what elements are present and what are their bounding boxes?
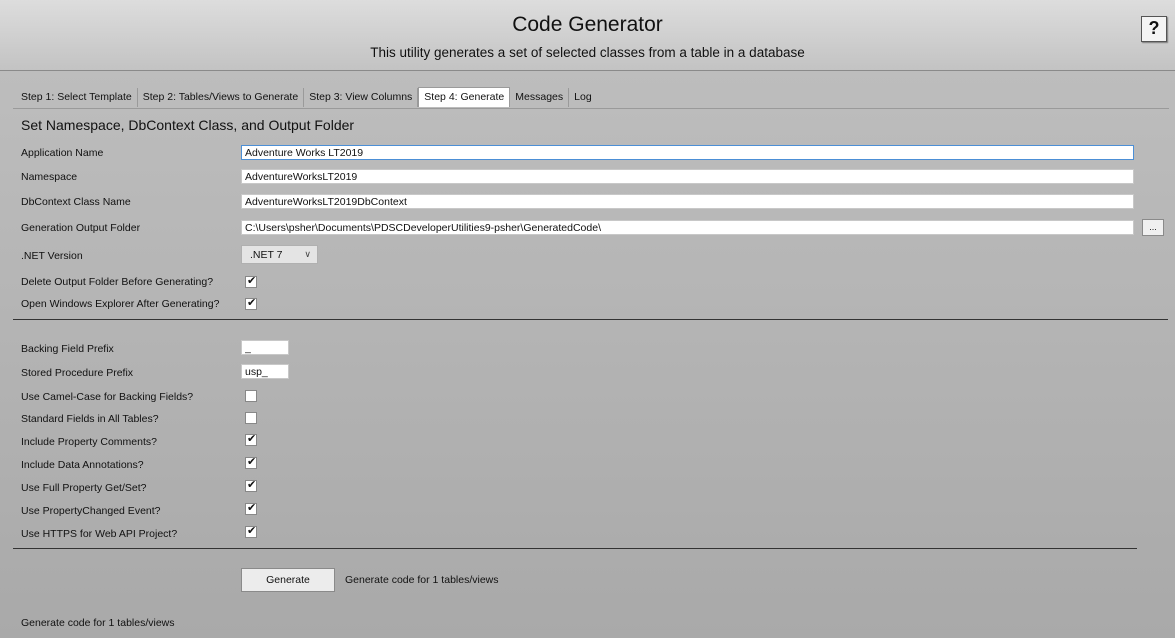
camel-case-label: Use Camel-Case for Backing Fields? bbox=[21, 391, 194, 403]
divider bbox=[13, 319, 1168, 320]
delete-output-folder-checkbox[interactable] bbox=[245, 275, 257, 288]
header: Code Generator This utility generates a … bbox=[0, 0, 1175, 71]
chevron-down-icon: ∨ bbox=[304, 249, 311, 259]
application-name-label: Application Name bbox=[21, 147, 104, 159]
stored-procedure-prefix-input[interactable] bbox=[241, 364, 289, 379]
backing-field-prefix-label: Backing Field Prefix bbox=[21, 343, 114, 355]
open-explorer-checkbox[interactable] bbox=[245, 297, 257, 310]
property-comments-label: Include Property Comments? bbox=[21, 436, 157, 448]
divider bbox=[13, 548, 1137, 549]
section-title: Set Namespace, DbContext Class, and Outp… bbox=[21, 117, 355, 133]
application-name-input[interactable] bbox=[241, 145, 1134, 160]
status-bar: Generate code for 1 tables/views bbox=[21, 617, 175, 629]
tab-select-template[interactable]: Step 1: Select Template bbox=[16, 88, 138, 107]
net-version-select[interactable]: .NET 7 ∨ bbox=[241, 245, 318, 264]
generate-button[interactable]: Generate bbox=[241, 568, 335, 592]
help-button[interactable]: ? bbox=[1141, 16, 1167, 42]
tab-log[interactable]: Log bbox=[569, 88, 597, 107]
open-explorer-label: Open Windows Explorer After Generating? bbox=[21, 298, 220, 310]
namespace-label: Namespace bbox=[21, 171, 78, 183]
tab-messages[interactable]: Messages bbox=[510, 88, 570, 107]
full-property-checkbox[interactable] bbox=[245, 479, 257, 492]
delete-output-folder-label: Delete Output Folder Before Generating? bbox=[21, 276, 214, 288]
output-folder-label: Generation Output Folder bbox=[21, 222, 141, 234]
data-annotations-label: Include Data Annotations? bbox=[21, 459, 144, 471]
page-title: Code Generator bbox=[512, 13, 663, 36]
tab-generate[interactable]: Step 4: Generate bbox=[418, 87, 511, 107]
standard-fields-checkbox[interactable] bbox=[245, 412, 257, 424]
data-annotations-checkbox[interactable] bbox=[245, 456, 257, 469]
property-comments-checkbox[interactable] bbox=[245, 433, 257, 446]
backing-field-prefix-input[interactable] bbox=[241, 340, 289, 355]
https-label: Use HTTPS for Web API Project? bbox=[21, 528, 178, 540]
tab-view-columns[interactable]: Step 3: View Columns bbox=[304, 88, 419, 107]
standard-fields-label: Standard Fields in All Tables? bbox=[21, 413, 159, 425]
net-version-selected: .NET 7 bbox=[250, 249, 283, 261]
tab-tables-views[interactable]: Step 2: Tables/Views to Generate bbox=[138, 88, 305, 107]
net-version-label: .NET Version bbox=[21, 250, 83, 262]
page-subtitle: This utility generates a set of selected… bbox=[370, 45, 805, 60]
https-checkbox[interactable] bbox=[245, 525, 257, 538]
stored-procedure-prefix-label: Stored Procedure Prefix bbox=[21, 367, 134, 379]
dbcontext-class-name-label: DbContext Class Name bbox=[21, 196, 131, 208]
tab-bar: Step 1: Select Template Step 2: Tables/V… bbox=[16, 87, 597, 107]
dbcontext-class-name-input[interactable] bbox=[241, 194, 1134, 209]
output-folder-input[interactable] bbox=[241, 220, 1134, 235]
camel-case-checkbox[interactable] bbox=[245, 390, 257, 402]
property-changed-checkbox[interactable] bbox=[245, 502, 257, 515]
full-property-label: Use Full Property Get/Set? bbox=[21, 482, 147, 494]
namespace-input[interactable] bbox=[241, 169, 1134, 184]
generate-message: Generate code for 1 tables/views bbox=[345, 574, 499, 586]
property-changed-label: Use PropertyChanged Event? bbox=[21, 505, 161, 517]
browse-folder-button[interactable]: ... bbox=[1142, 219, 1164, 236]
